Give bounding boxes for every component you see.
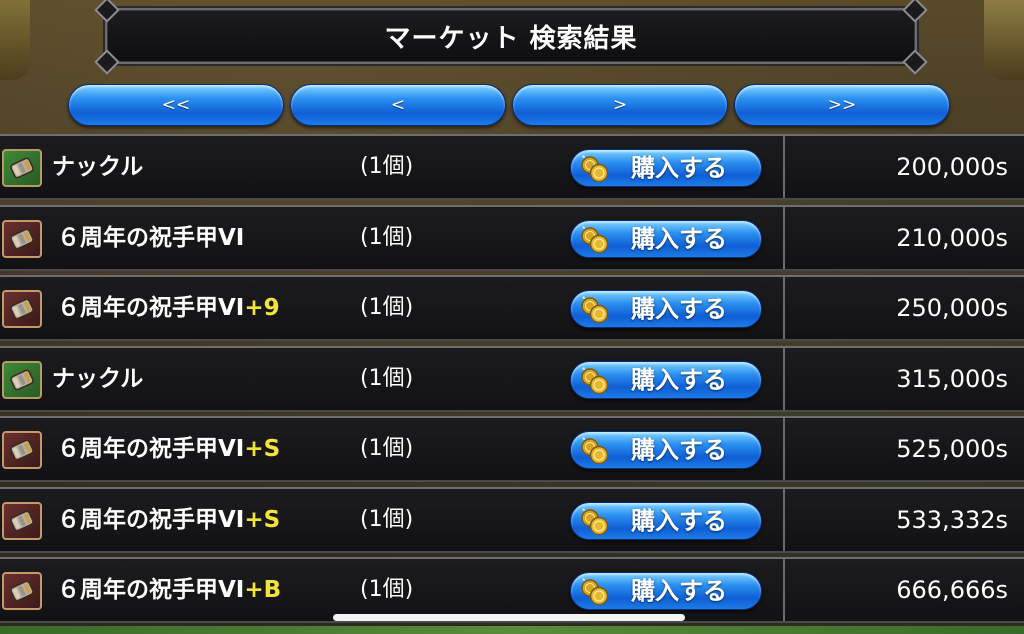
column-divider — [783, 206, 785, 269]
column-divider — [783, 559, 785, 621]
item-name-text: ナックル — [52, 154, 144, 180]
corner-ornament — [94, 0, 120, 23]
buy-button-label: 購入する — [631, 577, 727, 605]
item-suffix: +S — [244, 506, 281, 533]
item-name-text: ６周年の祝手甲VI — [57, 295, 245, 321]
listing-row: ナックル (1個) 購入する 200,000s — [0, 134, 1024, 200]
item-quantity: (1個) — [360, 224, 414, 250]
coin-icon — [579, 295, 611, 325]
prev-page-button[interactable]: < — [290, 84, 506, 126]
listing-list: ナックル (1個) 購入する 200,000s ６周年の祝手甲VI (1個) 購入する 210… — [0, 134, 1024, 634]
item-quantity: (1個) — [360, 506, 414, 532]
item-name: ６周年の祝手甲VI — [57, 207, 244, 269]
column-divider — [783, 277, 785, 339]
buy-button[interactable]: 購入する — [570, 360, 762, 399]
buy-button-label: 購入する — [631, 224, 727, 253]
background-ornament-right — [984, 0, 1024, 80]
last-page-button[interactable]: >> — [734, 84, 950, 126]
coin-icon — [579, 507, 611, 537]
item-price: 533,332s — [896, 505, 1008, 534]
item-name: ナックル — [52, 136, 143, 198]
item-name-text: ナックル — [52, 365, 144, 392]
buy-button-label: 購入する — [631, 365, 727, 394]
item-price: 210,000s — [896, 223, 1008, 252]
item-name-text: ６周年の祝手甲VI — [57, 506, 245, 533]
buy-button[interactable]: 購入する — [570, 501, 762, 540]
coin-icon — [579, 225, 611, 255]
buy-button-label: 購入する — [631, 436, 727, 464]
item-name-text: ６周年の祝手甲VI — [57, 436, 245, 462]
knuckle-icon — [2, 149, 42, 187]
item-name: ６周年の祝手甲VI+9 — [57, 277, 280, 339]
item-price: 200,000s — [896, 153, 1008, 181]
pagination: << < > >> — [68, 84, 950, 126]
coin-icon — [579, 366, 611, 396]
buy-button[interactable]: 購入する — [570, 572, 762, 610]
item-price: 666,666s — [896, 576, 1008, 604]
listing-row: ６周年の祝手甲VI (1個) 購入する 210,000s — [0, 204, 1024, 271]
listing-row: ６周年の祝手甲VI+9 (1個) 購入する 250,000s — [0, 275, 1024, 341]
buy-button[interactable]: 購入する — [570, 149, 762, 187]
item-name-text: ６周年の祝手甲VI — [57, 577, 245, 603]
next-page-button[interactable]: > — [512, 84, 728, 126]
column-divider — [783, 347, 785, 410]
corner-ornament — [902, 0, 928, 23]
first-page-button[interactable]: << — [68, 84, 284, 126]
item-quantity: (1個) — [360, 436, 414, 461]
gauntlet-icon — [2, 431, 42, 469]
item-price: 315,000s — [896, 364, 1008, 393]
item-name-text: ６周年の祝手甲VI — [57, 224, 245, 251]
column-divider — [783, 418, 785, 480]
buy-button-label: 購入する — [631, 154, 727, 182]
gauntlet-icon — [2, 501, 42, 540]
background-ornament-left — [0, 0, 30, 80]
coin-icon — [579, 577, 611, 607]
item-name: ６周年の祝手甲VI+B — [57, 559, 281, 621]
gauntlet-icon — [2, 290, 42, 328]
item-price: 525,000s — [896, 435, 1008, 463]
item-name: ６周年の祝手甲VI+S — [57, 489, 280, 551]
item-suffix: +S — [244, 436, 281, 462]
listing-row: ナックル (1個) 購入する 315,000s — [0, 345, 1024, 412]
coin-icon — [579, 436, 611, 466]
page-title: マーケット 検索結果 — [384, 23, 638, 54]
item-price: 250,000s — [896, 294, 1008, 322]
item-quantity: (1個) — [360, 295, 414, 320]
item-quantity: (1個) — [360, 577, 414, 602]
item-quantity: (1個) — [360, 365, 414, 391]
buy-button-label: 購入する — [631, 295, 727, 323]
corner-ornament — [902, 49, 928, 75]
corner-ornament — [94, 49, 120, 75]
item-quantity: (1個) — [360, 154, 414, 179]
title-bar: マーケット 検索結果 — [94, 0, 928, 75]
gauntlet-icon — [2, 219, 42, 258]
buy-button[interactable]: 購入する — [570, 431, 762, 469]
buy-button[interactable]: 購入する — [570, 290, 762, 328]
listing-row: ６周年の祝手甲VI+S (1個) 購入する 533,332s — [0, 486, 1024, 553]
item-name: ナックル — [52, 348, 143, 410]
home-indicator[interactable] — [333, 614, 685, 621]
item-name: ６周年の祝手甲VI+S — [57, 418, 280, 480]
listing-row: ６周年の祝手甲VI+S (1個) 購入する 525,000s — [0, 416, 1024, 482]
item-suffix: +9 — [244, 295, 280, 321]
column-divider — [783, 136, 785, 198]
bottom-strip — [0, 626, 1024, 634]
coin-icon — [579, 154, 611, 184]
item-suffix: +B — [244, 577, 282, 603]
buy-button[interactable]: 購入する — [570, 219, 762, 258]
knuckle-icon — [2, 360, 42, 399]
column-divider — [783, 488, 785, 551]
buy-button-label: 購入する — [631, 506, 727, 535]
gauntlet-icon — [2, 572, 42, 610]
